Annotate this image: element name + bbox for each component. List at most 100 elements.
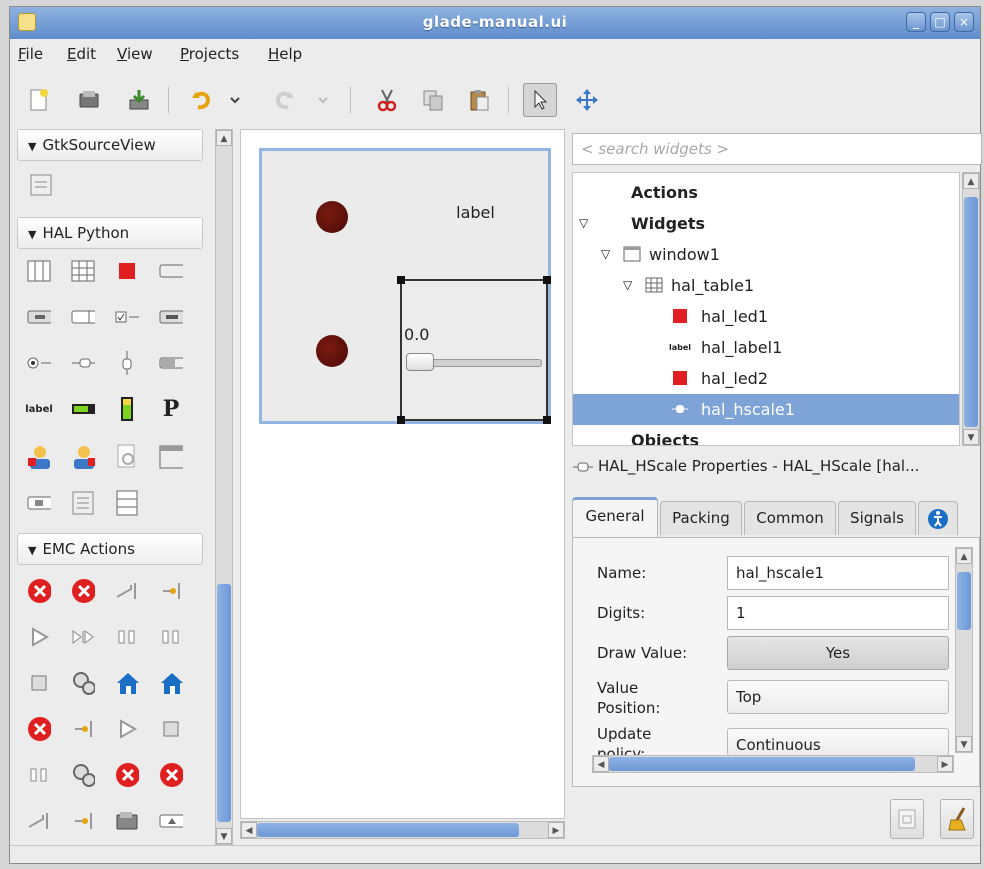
tab-packing[interactable]: Packing — [660, 501, 742, 535]
led-widget-icon[interactable] — [115, 259, 139, 283]
document-search-widget-icon[interactable] — [115, 444, 139, 469]
expander-icon[interactable]: ▽ — [579, 208, 588, 239]
vscale-widget-icon[interactable] — [115, 351, 139, 375]
menu-view[interactable]: View — [117, 45, 153, 63]
hscale-widget-icon[interactable] — [71, 351, 95, 375]
value-position-combo[interactable]: Top — [727, 680, 949, 714]
stop-action-icon[interactable] — [27, 671, 51, 695]
minimize-button[interactable]: _ — [906, 12, 926, 32]
tab-common[interactable]: Common — [744, 501, 836, 535]
gears-alt-action-icon[interactable] — [71, 763, 95, 787]
menu-help[interactable]: Help — [268, 45, 302, 63]
hbox-widget-icon[interactable] — [27, 259, 51, 283]
scrollbar-thumb[interactable] — [964, 197, 978, 427]
scrollbar-thumb[interactable] — [957, 572, 971, 630]
open-button[interactable] — [72, 83, 106, 117]
mdi-action-icon[interactable] — [159, 809, 183, 833]
tree-row-actions[interactable]: Actions — [573, 177, 959, 208]
close-button[interactable]: × — [954, 12, 974, 32]
window-widget-icon[interactable] — [159, 445, 183, 469]
power-action-icon[interactable] — [115, 579, 139, 603]
tree-row-window1[interactable]: ▽ window1 — [573, 239, 959, 270]
vbar-widget-icon[interactable] — [115, 397, 139, 421]
paste-button[interactable] — [462, 83, 496, 117]
expander-icon[interactable]: ▽ — [601, 239, 610, 270]
play-action-icon[interactable] — [115, 717, 139, 741]
scroll-left-icon[interactable]: ◀ — [593, 756, 609, 772]
scroll-up-icon[interactable]: ▲ — [963, 173, 979, 189]
scroll-down-icon[interactable]: ▼ — [216, 828, 232, 844]
tab-accessibility[interactable] — [918, 501, 958, 535]
tree-scrollbar[interactable]: ▲ ▼ — [962, 172, 980, 446]
resize-handle[interactable] — [543, 276, 551, 284]
bar-widget-icon[interactable] — [71, 397, 95, 421]
menu-projects[interactable]: Projects — [180, 45, 239, 63]
tree-row-hal-label1[interactable]: label hal_label1 — [573, 332, 959, 363]
table-widget-icon[interactable] — [71, 259, 95, 283]
hal-pin-widget-icon[interactable]: P — [159, 396, 183, 422]
scrollbar-thumb[interactable] — [257, 823, 519, 837]
estop-alt-action-icon[interactable] — [115, 763, 139, 787]
person-alt-widget-icon[interactable] — [71, 445, 95, 469]
select-mode-button[interactable] — [523, 83, 557, 117]
spinbutton-widget-icon[interactable] — [71, 305, 95, 329]
sourceview-widget-icon[interactable] — [29, 173, 53, 197]
pause-action-icon[interactable] — [115, 625, 139, 649]
search-widgets-input[interactable]: < search widgets > — [572, 133, 982, 165]
label-widget-icon[interactable]: label — [25, 397, 53, 421]
progressbar-widget-icon[interactable] — [159, 351, 183, 375]
maximize-button[interactable]: □ — [930, 12, 950, 32]
properties-vscrollbar[interactable]: ▲ ▼ — [955, 547, 973, 753]
design-canvas[interactable]: label 0.0 — [240, 129, 565, 819]
tree-row-hal-led2[interactable]: hal_led2 — [573, 363, 959, 394]
menu-file[interactable]: File — [18, 45, 43, 63]
machine-on-action-icon[interactable] — [71, 717, 95, 741]
checkbutton-widget-icon[interactable] — [115, 305, 139, 329]
resize-handle[interactable] — [397, 416, 405, 424]
undo-button[interactable] — [185, 83, 219, 117]
estop-reset-action-icon[interactable] — [27, 717, 51, 741]
estop-action-icon[interactable] — [27, 579, 51, 603]
hal-table-preview[interactable]: label 0.0 — [259, 148, 551, 424]
power-off-action-icon[interactable] — [27, 809, 51, 833]
person-widget-icon[interactable] — [27, 445, 51, 469]
name-field[interactable]: hal_hscale1 — [727, 556, 949, 590]
estop-alt2-action-icon[interactable] — [159, 763, 183, 787]
title-bar[interactable]: glade-manual.ui _ □ × — [10, 7, 980, 39]
tree-row-hal-led1[interactable]: hal_led1 — [573, 301, 959, 332]
home-action-icon[interactable] — [115, 671, 139, 695]
new-file-button[interactable] — [22, 83, 56, 117]
radiobutton-widget-icon[interactable] — [27, 351, 51, 375]
tree-row-widgets[interactable]: ▽ Widgets — [573, 208, 959, 239]
tree-row-hal-table1[interactable]: ▽ hal_table1 — [573, 270, 959, 301]
tree-row-hal-hscale1[interactable]: hal_hscale1 — [573, 394, 959, 425]
properties-hscrollbar[interactable]: ◀ ▶ — [592, 755, 954, 773]
canvas-hscrollbar[interactable]: ◀ ▶ — [240, 821, 565, 839]
hscale-slider-handle[interactable] — [406, 353, 434, 371]
drag-resize-mode-button[interactable] — [570, 83, 604, 117]
textview-widget-icon[interactable] — [71, 491, 95, 515]
update-policy-combo[interactable]: Continuous — [727, 728, 949, 756]
resize-handle[interactable] — [397, 276, 405, 284]
menu-edit[interactable]: Edit — [67, 45, 96, 63]
scroll-down-icon[interactable]: ▼ — [963, 429, 979, 445]
default-value-button[interactable] — [890, 799, 924, 839]
scroll-right-icon[interactable]: ▶ — [937, 756, 953, 772]
tree-row-objects[interactable]: Objects — [573, 425, 959, 445]
palette-scrollbar[interactable]: ▲ ▼ — [215, 129, 233, 845]
scroll-right-icon[interactable]: ▶ — [548, 822, 564, 838]
palette-group-hal-python[interactable]: ▼ HAL Python — [17, 217, 203, 249]
expander-icon[interactable]: ▽ — [623, 270, 632, 301]
estop-toggle-action-icon[interactable] — [71, 579, 95, 603]
clear-property-button[interactable] — [940, 799, 974, 839]
hal-led1-preview[interactable] — [316, 201, 348, 233]
hal-label1-preview[interactable]: label — [403, 203, 548, 222]
togglebutton-widget-icon[interactable] — [159, 259, 183, 283]
save-button[interactable] — [122, 83, 156, 117]
scrollbar-thumb[interactable] — [609, 757, 915, 771]
step-action-icon[interactable] — [71, 625, 95, 649]
entry-widget-icon[interactable] — [27, 491, 51, 515]
tab-signals[interactable]: Signals — [838, 501, 916, 535]
palette-group-emc-actions[interactable]: ▼ EMC Actions — [17, 533, 203, 565]
undo-history-dropdown[interactable] — [225, 83, 245, 117]
